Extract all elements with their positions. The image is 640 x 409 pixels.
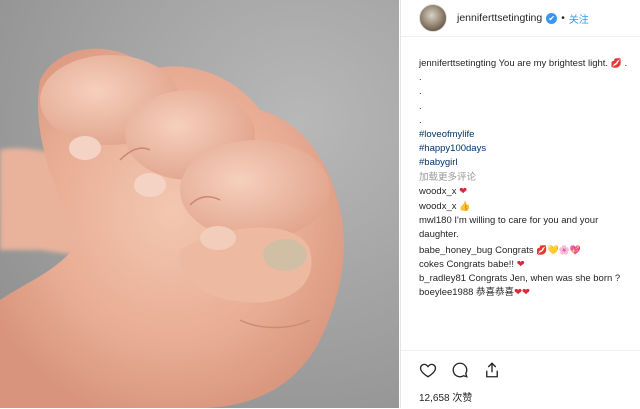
- comment-username[interactable]: cokes: [419, 259, 444, 270]
- comments-section: jenniferttsetingting You are my brightes…: [419, 56, 631, 300]
- baby-hand-image: [0, 48, 344, 408]
- caption-dot: .: [419, 114, 422, 126]
- comment: boeylee1988 恭喜恭喜❤❤: [419, 286, 631, 300]
- comment: woodx_x 👍: [419, 199, 631, 214]
- comment: b_radley81 Congrats Jen, when was she bo…: [419, 272, 631, 286]
- header-separator: •: [561, 12, 565, 24]
- share-icon[interactable]: [483, 361, 501, 379]
- emoji-row-icon: 💋💛🌸💖: [536, 244, 582, 255]
- heart-emoji-icon: ❤: [459, 185, 468, 197]
- kiss-lips-icon: 💋: [610, 58, 622, 68]
- hashtag-link[interactable]: #babygirl: [419, 156, 631, 170]
- caption-text: You are my brightest light.: [496, 58, 611, 69]
- action-icons: [419, 361, 501, 379]
- caption: jenniferttsetingting You are my brightes…: [419, 58, 628, 69]
- hashtag-link[interactable]: #loveofmylife: [419, 128, 631, 142]
- comment-username[interactable]: mwl180: [419, 215, 452, 226]
- comment-icon[interactable]: [451, 361, 469, 379]
- post-sidebar: jenniferttsetingting ✔ • 关注 jenniferttse…: [400, 0, 640, 408]
- comment: cokes Congrats babe!! ❤: [419, 258, 631, 272]
- comment: mwl180 I'm willing to care for you and y…: [419, 214, 631, 242]
- comment-text: Congrats Jen, when was she born ?: [466, 273, 621, 285]
- comment-username[interactable]: boeylee1988: [419, 287, 473, 298]
- heart-emoji-icon: ❤: [516, 258, 525, 270]
- heart-icon[interactable]: [419, 361, 437, 379]
- post-photo[interactable]: [0, 0, 399, 408]
- avatar[interactable]: [419, 4, 447, 32]
- load-more-comments-link[interactable]: 加载更多评论: [419, 171, 631, 185]
- thumbs-up-emoji-icon: 👍: [459, 201, 471, 212]
- likes-count[interactable]: 12,658 次赞: [419, 389, 472, 404]
- follow-button[interactable]: 关注: [569, 11, 589, 26]
- comment: woodx_x ❤: [419, 185, 631, 199]
- comment-username[interactable]: b_radley81: [419, 273, 466, 284]
- caption-dot: .: [419, 72, 422, 84]
- comment-text: Congrats babe!!: [443, 258, 517, 270]
- heart-emoji-icon: ❤❤: [514, 287, 530, 299]
- caption-dot: .: [419, 86, 422, 98]
- comment: babe_honey_bug Congrats 💋💛🌸💖: [419, 243, 631, 258]
- caption-dot: .: [419, 100, 422, 112]
- instagram-post: jenniferttsetingting ✔ • 关注 jenniferttse…: [0, 0, 640, 408]
- comment-username[interactable]: babe_honey_bug: [419, 245, 492, 256]
- caption-username[interactable]: jenniferttsetingting: [419, 58, 496, 69]
- action-bar: 12,658 次赞: [401, 350, 640, 409]
- comment-text: 恭喜恭喜: [473, 287, 515, 299]
- hashtag-link[interactable]: #happy100days: [419, 142, 631, 156]
- comment-username[interactable]: woodx_x: [419, 186, 457, 197]
- comment-text: Congrats: [492, 244, 537, 256]
- post-header: jenniferttsetingting ✔ • 关注: [401, 0, 640, 37]
- comment-username[interactable]: woodx_x: [419, 201, 457, 212]
- header-username[interactable]: jenniferttsetingting: [457, 12, 542, 24]
- verified-badge-icon: ✔: [546, 12, 558, 24]
